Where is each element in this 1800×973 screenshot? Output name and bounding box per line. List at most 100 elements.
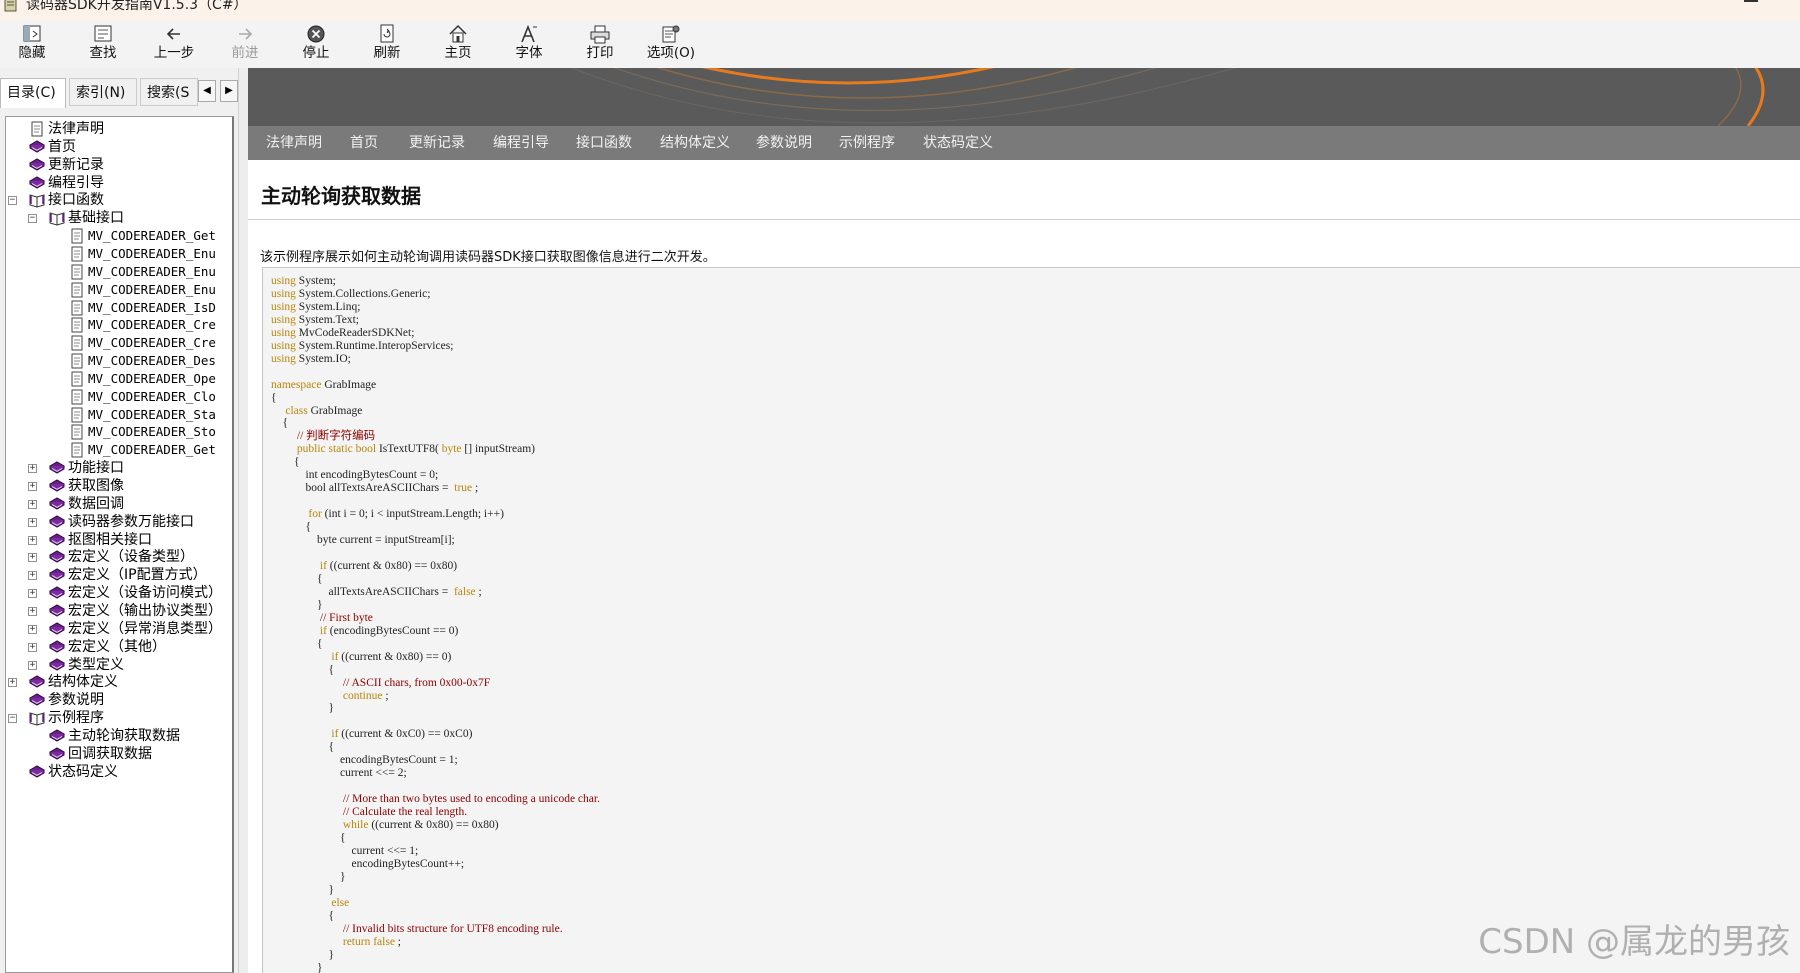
- tree-item[interactable]: + 宏定义（异常消息类型）: [6, 620, 232, 638]
- collapse-icon[interactable]: −: [28, 214, 37, 224]
- code-token: }: [271, 702, 335, 715]
- font-button[interactable]: 字体: [497, 20, 561, 68]
- refresh-button[interactable]: 刷新: [355, 20, 419, 68]
- code-keyword: while: [342, 819, 369, 832]
- tree-item[interactable]: MV_CODEREADER_Enu: [6, 245, 232, 263]
- page-icon: [71, 264, 83, 280]
- tree-item[interactable]: 回调获取数据: [6, 745, 232, 763]
- tree-item[interactable]: MV_CODEREADER_Get: [6, 441, 232, 459]
- tree-item[interactable]: 参数说明: [6, 691, 232, 709]
- collapse-icon[interactable]: −: [8, 714, 17, 724]
- expand-icon[interactable]: +: [28, 553, 37, 563]
- expand-icon[interactable]: +: [28, 499, 37, 509]
- tree-item[interactable]: + 类型定义: [6, 656, 232, 674]
- tree-item[interactable]: 编程引导: [6, 174, 232, 192]
- options-button[interactable]: 选项(O): [639, 20, 703, 68]
- tree-item[interactable]: MV_CODEREADER_Clo: [6, 388, 232, 406]
- code-token: ((current & 0x80) == 0): [341, 650, 452, 663]
- expand-icon[interactable]: +: [28, 571, 37, 581]
- hide-button[interactable]: 隐藏: [0, 20, 64, 68]
- locate-button[interactable]: 查找: [71, 20, 135, 68]
- tree-item[interactable]: MV_CODEREADER_Des: [6, 352, 232, 370]
- tree-item[interactable]: MV_CODEREADER_Enu: [6, 281, 232, 299]
- nav-legal[interactable]: 法律声明: [266, 126, 322, 160]
- code-token: GrabImage: [324, 378, 377, 391]
- code-token: }: [271, 948, 335, 961]
- closed-book-icon: [49, 515, 65, 528]
- tree-item[interactable]: + 读码器参数万能接口: [6, 513, 232, 531]
- tree-item[interactable]: MV_CODEREADER_Sta: [6, 406, 232, 424]
- tab-scroll-right-button[interactable]: ▶: [220, 80, 238, 102]
- tree-item[interactable]: MV_CODEREADER_Get: [6, 227, 232, 245]
- code-line: int encodingBytesCount = 0;: [271, 469, 439, 481]
- expand-icon[interactable]: +: [28, 535, 37, 545]
- expand-icon[interactable]: +: [28, 624, 37, 634]
- tab-index[interactable]: 索引(N): [69, 78, 137, 106]
- nav-parameters[interactable]: 参数说明: [756, 126, 812, 160]
- back-button[interactable]: 上一步: [142, 20, 206, 68]
- tree-item[interactable]: MV_CODEREADER_Enu: [6, 263, 232, 281]
- tree-item[interactable]: MV_CODEREADER_IsD: [6, 299, 232, 317]
- code-line: using System.Collections.Generic;: [271, 288, 430, 300]
- tree-item[interactable]: + 宏定义（其他）: [6, 638, 232, 656]
- contents-tree[interactable]: 法律声明 首页 更新记录 编程引导 − 接口函数 − 基础接口 MV_CODEREADER_Ge…: [5, 116, 234, 973]
- nav-interface-functions[interactable]: 接口函数: [576, 126, 632, 160]
- tree-item[interactable]: MV_CODEREADER_Cre: [6, 334, 232, 352]
- expand-icon[interactable]: +: [28, 642, 37, 652]
- tree-item[interactable]: MV_CODEREADER_Ope: [6, 370, 232, 388]
- code-line: current <<= 1;: [271, 845, 419, 857]
- forward-button[interactable]: 前进: [213, 20, 277, 68]
- nav-programming-guide[interactable]: 编程引导: [493, 126, 549, 160]
- tree-item[interactable]: + 宏定义（IP配置方式）: [6, 566, 232, 584]
- tree-item-label: 接口函数: [48, 192, 104, 209]
- page-icon: [71, 424, 83, 440]
- code-keyword: using: [271, 287, 296, 300]
- tree-item[interactable]: − 基础接口: [6, 209, 232, 227]
- stop-button[interactable]: 停止: [284, 20, 348, 68]
- code-line: class GrabImage: [271, 405, 362, 417]
- code-token: }: [271, 883, 335, 896]
- tree-item[interactable]: 首页: [6, 138, 232, 156]
- nav-samples[interactable]: 示例程序: [839, 126, 895, 160]
- nav-status-codes[interactable]: 状态码定义: [923, 126, 993, 160]
- nav-struct-definitions[interactable]: 结构体定义: [660, 126, 730, 160]
- tree-item[interactable]: 主动轮询获取数据: [6, 727, 232, 745]
- expand-icon[interactable]: +: [28, 482, 37, 491]
- tree-item[interactable]: + 抠图相关接口: [6, 531, 232, 549]
- expand-icon[interactable]: +: [28, 606, 37, 616]
- tree-item[interactable]: 更新记录: [6, 156, 232, 174]
- tab-contents[interactable]: 目录(C): [0, 78, 66, 108]
- tree-item[interactable]: + 宏定义（设备访问模式）: [6, 584, 232, 602]
- print-button[interactable]: 打印: [568, 20, 632, 68]
- code-token: {: [271, 572, 323, 585]
- tree-item[interactable]: + 宏定义（输出协议类型）: [6, 602, 232, 620]
- tree-item[interactable]: + 功能接口: [6, 459, 232, 477]
- expand-icon[interactable]: +: [28, 517, 37, 527]
- nav-changelog[interactable]: 更新记录: [409, 126, 465, 160]
- expand-icon[interactable]: +: [28, 589, 37, 599]
- tree-item[interactable]: + 宏定义（设备类型）: [6, 548, 232, 566]
- tab-scroll-left-button[interactable]: ◀: [198, 80, 216, 102]
- tree-item[interactable]: MV_CODEREADER_Sto: [6, 423, 232, 441]
- tab-search[interactable]: 搜索(S: [140, 78, 198, 106]
- expand-icon[interactable]: +: [28, 660, 37, 670]
- tree-item[interactable]: MV_CODEREADER_Cre: [6, 316, 232, 334]
- expand-icon[interactable]: +: [28, 464, 37, 474]
- expand-icon[interactable]: +: [8, 678, 17, 688]
- tree-item[interactable]: − 接口函数: [6, 191, 232, 209]
- code-line: {: [271, 392, 277, 404]
- code-token: }: [271, 598, 323, 611]
- code-token: {: [271, 831, 346, 844]
- page-icon: [71, 407, 83, 423]
- minimize-button[interactable]: [1744, 0, 1758, 2]
- nav-home[interactable]: 首页: [350, 126, 378, 160]
- tree-item[interactable]: + 结构体定义: [6, 673, 232, 691]
- home-button[interactable]: 主页: [426, 20, 490, 68]
- tree-item[interactable]: 法律声明: [6, 120, 232, 138]
- tree-item[interactable]: + 获取图像: [6, 477, 232, 495]
- tree-item[interactable]: + 数据回调: [6, 495, 232, 513]
- tree-item[interactable]: − 示例程序: [6, 709, 232, 727]
- tree-item[interactable]: 状态码定义: [6, 763, 232, 781]
- collapse-icon[interactable]: −: [8, 196, 17, 206]
